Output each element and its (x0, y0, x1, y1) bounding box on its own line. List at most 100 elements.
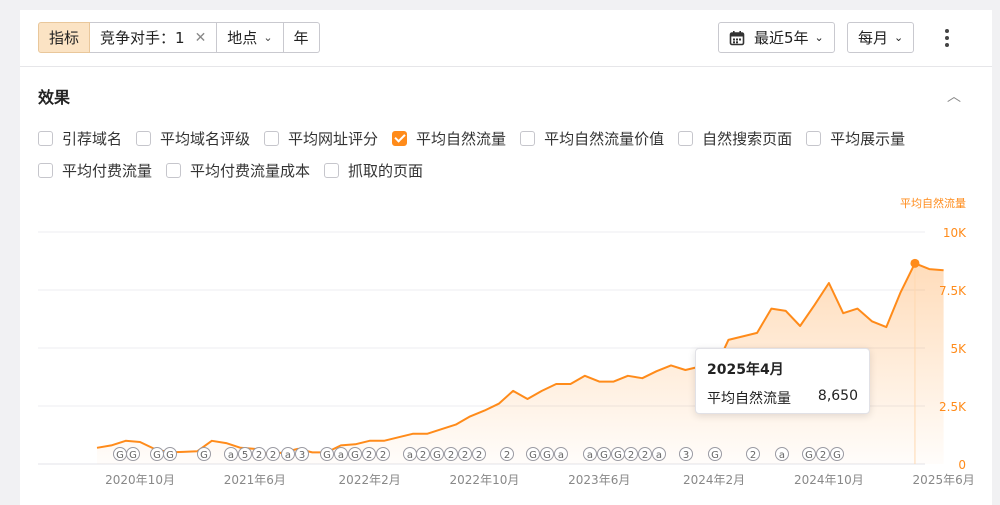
annotation-label: G (323, 450, 331, 461)
metric-option[interactable]: 自然搜索页面 (678, 128, 792, 149)
metrics-tab[interactable]: 指标 (38, 22, 91, 53)
metric-label: 平均域名评级 (160, 129, 251, 148)
x-tick-label: 2020年10月 (105, 473, 175, 487)
date-range-dropdown[interactable]: 最近5年 ⌄ (718, 22, 835, 53)
traffic-chart: 02.5K5K7.5K10K平均自然流量2020年10月 2021年6月 2022年… (38, 196, 975, 487)
annotation-label: G (153, 450, 161, 461)
section-title: 效果 (38, 88, 71, 107)
annotation-label: a (587, 450, 593, 461)
metric-label: 平均自然流量 (416, 129, 507, 148)
metric-label: 平均付费流量 (62, 161, 153, 180)
chevron-down-icon: ⌄ (894, 31, 904, 44)
annotation-label: G (805, 450, 813, 461)
location-dropdown[interactable]: 地点 ⌄ (217, 22, 284, 53)
close-icon[interactable]: ✕ (195, 30, 207, 46)
metric-checkbox[interactable] (166, 162, 182, 178)
annotation-label: G (600, 450, 608, 461)
metric-option[interactable]: 平均网址评分 (264, 128, 378, 149)
x-tick-label: 2023年6月 (568, 473, 630, 487)
date-range-label: 最近5年 (754, 29, 809, 47)
annotation-label: a (779, 450, 785, 461)
x-tick-label: 2025年6月 (913, 473, 975, 487)
location-label: 地点 (227, 29, 258, 47)
metric-checkbox[interactable] (324, 162, 340, 178)
metric-option[interactable]: 平均自然流量 (392, 128, 506, 149)
tooltip-series: 平均自然流量 (707, 391, 791, 407)
metric-checkbox[interactable] (136, 130, 152, 146)
annotation-label: a (228, 450, 234, 461)
x-tick-label: 2024年2月 (683, 473, 745, 487)
metric-option[interactable]: 平均付费流量成本 (166, 160, 310, 181)
annotation-label: G (351, 450, 359, 461)
annotation-label: 2 (366, 450, 372, 461)
annotation-label: G (433, 450, 441, 461)
more-options-icon[interactable] (935, 26, 959, 50)
metric-label: 抓取的页面 (348, 161, 424, 180)
y-tick-label: 10K (943, 226, 967, 240)
metric-option[interactable]: 平均付费流量 (38, 160, 152, 181)
annotation-label: 5 (242, 450, 248, 461)
y-tick-label: 0 (958, 458, 966, 472)
annotation-label: 3 (299, 450, 305, 461)
metric-checkbox[interactable] (520, 130, 536, 146)
metric-label: 平均自然流量价值 (544, 129, 665, 148)
chevron-down-icon: ⌄ (814, 31, 824, 44)
annotation-label: 2 (628, 450, 634, 461)
metric-label: 平均展示量 (830, 129, 906, 148)
annotation-label: G (833, 450, 841, 461)
metric-label: 引荐域名 (62, 129, 123, 148)
metric-checkbox[interactable] (806, 130, 822, 146)
annotation-label: 2 (448, 450, 454, 461)
tooltip-row: 平均自然流量 8,650 (707, 388, 858, 408)
annotation-label: 2 (420, 450, 426, 461)
chevron-down-icon: ⌄ (263, 31, 273, 44)
metric-row: 平均付费流量 平均付费流量成本 抓取的页面 (38, 154, 978, 186)
annotation-label: 2 (256, 450, 262, 461)
annotation-label: G (711, 450, 719, 461)
metric-label: 自然搜索页面 (702, 129, 793, 148)
annotation-label: G (166, 450, 174, 461)
x-tick-label: 2024年10月 (794, 473, 864, 487)
metric-checkbox[interactable] (38, 130, 53, 146)
metrics-tab-label: 指标 (49, 29, 80, 47)
metric-checkboxes: 引荐域名 平均域名评级 平均网址评分 平均自然流量 平均自然流量价值 自然搜索页面 平均展示… (38, 122, 978, 186)
annotation-label: 2 (504, 450, 510, 461)
year-label: 年 (293, 29, 309, 47)
competitors-label: 竞争对手：1 (100, 29, 185, 47)
annotation-label: a (407, 450, 413, 461)
x-tick-label: 2022年2月 (339, 473, 401, 487)
metric-checkbox[interactable] (264, 130, 280, 146)
annotation-label: 2 (462, 450, 468, 461)
metric-label: 平均付费流量成本 (190, 161, 311, 180)
year-button[interactable]: 年 (283, 22, 320, 53)
calendar-icon (729, 30, 745, 45)
performance-card: 指标 竞争对手：1 ✕ 地点 ⌄ 年 最近5年 ⌄ 每月 ⌄ 效果 ︿ 引荐域名… (20, 10, 992, 505)
data-point (910, 258, 920, 268)
competitors-filter[interactable]: 竞争对手：1 ✕ (90, 22, 218, 53)
y-axis-label: 平均自然流量 (900, 196, 966, 210)
tooltip-date: 2025年4月 (707, 362, 784, 378)
annotation-label: a (285, 450, 291, 461)
chevron-up-icon[interactable]: ︿ (947, 86, 961, 106)
metric-checkbox[interactable] (678, 130, 694, 146)
metric-checkbox[interactable] (392, 130, 408, 146)
annotation-label: G (614, 450, 622, 461)
x-tick-label: 2021年6月 (224, 473, 286, 487)
tooltip-value: 8,650 (817, 388, 858, 404)
interval-dropdown[interactable]: 每月 ⌄ (847, 22, 915, 53)
annotation-label: a (338, 450, 344, 461)
annotation-label: G (129, 450, 137, 461)
metric-checkbox[interactable] (38, 162, 53, 178)
metric-option[interactable]: 平均展示量 (806, 128, 905, 149)
metric-option[interactable]: 平均域名评级 (136, 128, 250, 149)
annotation-label: 2 (820, 450, 826, 461)
annotation-label: a (558, 450, 564, 461)
annotation-label: 2 (642, 450, 648, 461)
annotation-label: G (543, 450, 551, 461)
metric-option[interactable]: 抓取的页面 (324, 160, 423, 181)
metric-option[interactable]: 平均自然流量价值 (520, 128, 664, 149)
annotation-label: G (529, 450, 537, 461)
annotation-label: 2 (270, 450, 276, 461)
annotation-label: G (200, 450, 208, 461)
metric-option[interactable]: 引荐域名 (38, 128, 122, 149)
